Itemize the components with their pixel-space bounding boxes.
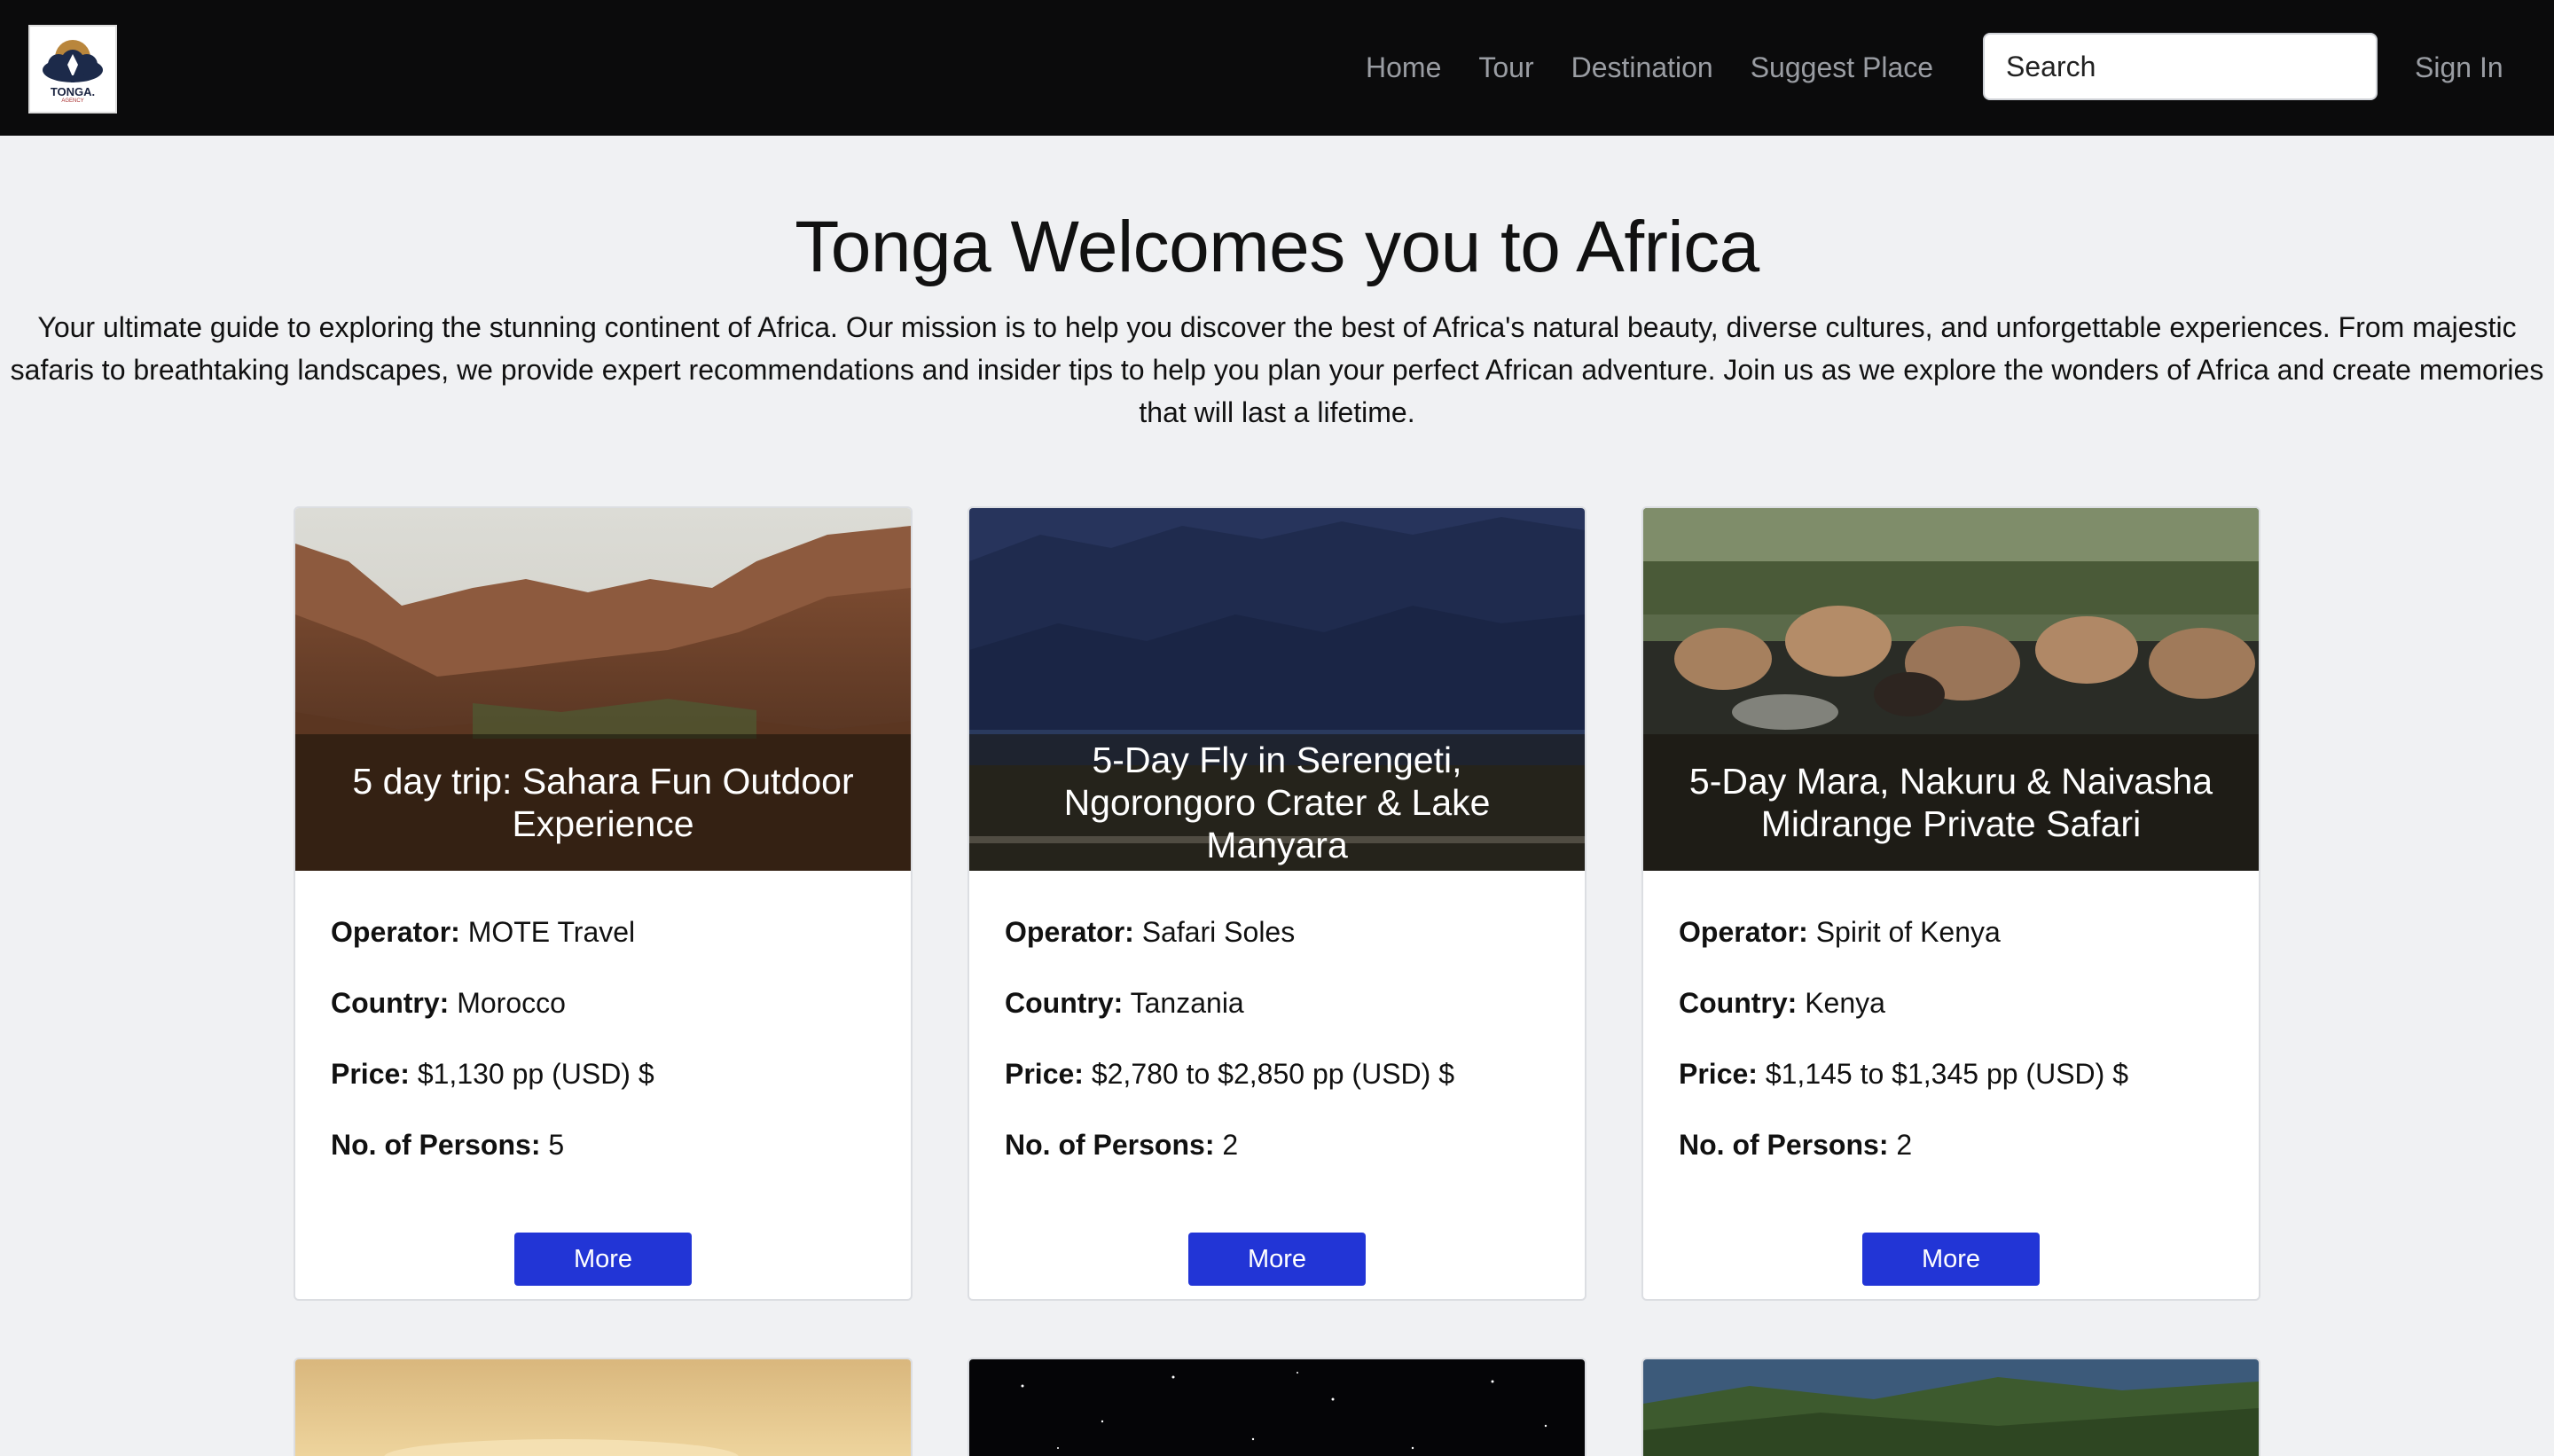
price-value: $1,145 to $1,345 pp (USD) $ <box>1765 1058 2128 1090</box>
country-field: Country: Morocco <box>331 987 881 1058</box>
price-field: Price: $1,130 pp (USD) $ <box>331 1058 881 1129</box>
nav-tour-link[interactable]: Tour <box>1478 51 1533 84</box>
operator-value: MOTE Travel <box>467 916 636 948</box>
persons-field: No. of Persons: 5 <box>331 1129 881 1200</box>
country-label: Country: <box>331 987 450 1019</box>
price-label: Price: <box>1005 1058 1084 1090</box>
tour-card-details: Operator: Safari Soles Country: Tanzania… <box>1005 916 1555 1200</box>
page-title: Tonga Welcomes you to Africa <box>795 207 1759 287</box>
tour-card-serengeti: 5-Day Fly in Serengeti, Ngorongoro Crate… <box>968 506 1586 1301</box>
logo-text: TONGA. <box>50 85 96 98</box>
operator-field: Operator: Safari Soles <box>1005 916 1555 987</box>
price-field: Price: $1,145 to $1,345 pp (USD) $ <box>1679 1058 2229 1129</box>
hero-description: Your ultimate guide to exploring the stu… <box>10 311 2544 428</box>
search-input[interactable] <box>1983 33 2378 100</box>
country-value: Tanzania <box>1130 987 1244 1019</box>
tour-card-title: 5-Day Mara, Nakuru & Naivasha Midrange P… <box>1643 734 2259 871</box>
price-field: Price: $2,780 to $2,850 pp (USD) $ <box>1005 1058 1555 1129</box>
tour-card-image-partial <box>968 1358 1586 1456</box>
tour-card-details: Operator: MOTE Travel Country: Morocco P… <box>331 916 881 1200</box>
country-value: Morocco <box>457 987 566 1019</box>
more-button[interactable]: More <box>1862 1233 2040 1286</box>
country-label: Country: <box>1005 987 1124 1019</box>
country-label: Country: <box>1679 987 1798 1019</box>
persons-value: 2 <box>1222 1129 1239 1161</box>
persons-field: No. of Persons: 2 <box>1005 1129 1555 1200</box>
tour-card-title: 5 day trip: Sahara Fun Outdoor Experienc… <box>295 734 911 871</box>
operator-label: Operator: <box>1679 916 1808 948</box>
price-value: $2,780 to $2,850 pp (USD) $ <box>1091 1058 1454 1090</box>
persons-value: 5 <box>548 1129 565 1161</box>
tour-card-image-partial <box>294 1358 913 1456</box>
tour-image-kenya: 5-Day Mara, Nakuru & Naivasha Midrange P… <box>1643 508 2259 871</box>
tour-card-kenya: 5-Day Mara, Nakuru & Naivasha Midrange P… <box>1641 506 2260 1301</box>
tour-image-serengeti: 5-Day Fly in Serengeti, Ngorongoro Crate… <box>969 508 1585 871</box>
persons-value: 2 <box>1896 1129 1913 1161</box>
persons-label: No. of Persons: <box>1005 1129 1215 1161</box>
nav-suggest-place-link[interactable]: Suggest Place <box>1751 51 1933 84</box>
persons-label: No. of Persons: <box>1679 1129 1889 1161</box>
price-label: Price: <box>331 1058 410 1090</box>
sign-in-link[interactable]: Sign In <box>2415 0 2503 136</box>
brand-logo[interactable]: TONGA. AGENCY <box>28 25 117 114</box>
more-button[interactable]: More <box>514 1233 692 1286</box>
country-field: Country: Kenya <box>1679 987 2229 1058</box>
operator-field: Operator: MOTE Travel <box>331 916 881 987</box>
persons-label: No. of Persons: <box>331 1129 541 1161</box>
nav-links: Home Tour Destination Suggest Place <box>1366 0 1970 136</box>
price-value: $1,130 pp (USD) $ <box>417 1058 654 1090</box>
tour-card-image-partial <box>1641 1358 2260 1456</box>
operator-label: Operator: <box>1005 916 1134 948</box>
operator-field: Operator: Spirit of Kenya <box>1679 916 2229 987</box>
operator-label: Operator: <box>331 916 460 948</box>
tour-card-details: Operator: Spirit of Kenya Country: Kenya… <box>1679 916 2229 1200</box>
operator-value: Safari Soles <box>1141 916 1296 948</box>
price-label: Price: <box>1679 1058 1758 1090</box>
operator-value: Spirit of Kenya <box>1815 916 2001 948</box>
tour-image-sahara: 5 day trip: Sahara Fun Outdoor Experienc… <box>295 508 911 871</box>
logo-emblem-icon <box>43 40 103 82</box>
nav-home-link[interactable]: Home <box>1366 51 1441 84</box>
top-navbar: TONGA. AGENCY Home Tour Destination Sugg… <box>0 0 2554 136</box>
country-value: Kenya <box>1805 987 1885 1019</box>
logo-subtext: AGENCY <box>61 98 84 104</box>
persons-field: No. of Persons: 2 <box>1679 1129 2229 1200</box>
nav-destination-link[interactable]: Destination <box>1571 51 1713 84</box>
tour-card-sahara: 5 day trip: Sahara Fun Outdoor Experienc… <box>294 506 913 1301</box>
more-button[interactable]: More <box>1188 1233 1366 1286</box>
country-field: Country: Tanzania <box>1005 987 1555 1058</box>
tour-card-title: 5-Day Fly in Serengeti, Ngorongoro Crate… <box>969 734 1585 871</box>
